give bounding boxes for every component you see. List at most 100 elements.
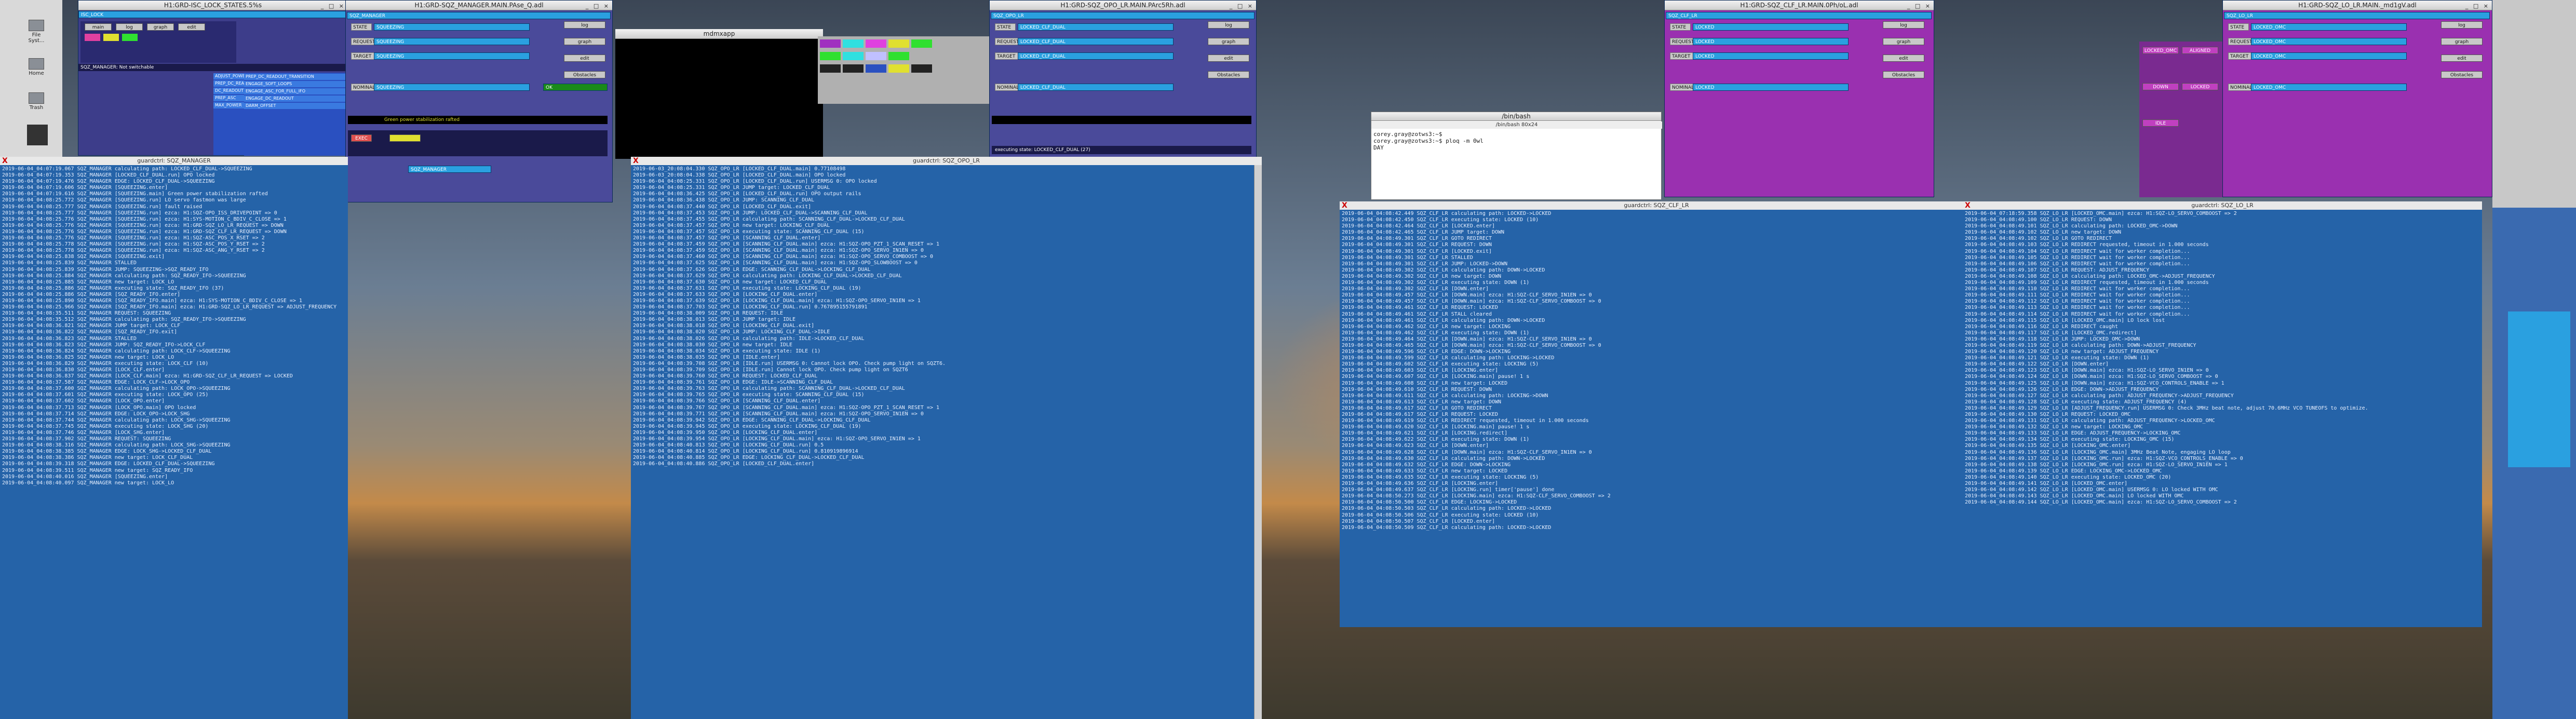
window-titlebar[interactable]: H1:GRD-SQZ_MANAGER.MAIN.PAse_Q.adl _ □ × <box>346 1 612 10</box>
terminal-output[interactable]: 2019-06-04_07:18:59.358 SQZ_LO_LR [LOCKE… <box>1963 210 2482 627</box>
mode-exec[interactable]: EXEC <box>351 134 372 142</box>
terminal-output[interactable]: 2019-06-03_20:08:04.330 SQZ_OPO_LR [LOCK… <box>631 165 1254 719</box>
request-value[interactable]: LOCKED_OMC <box>2251 38 2407 45</box>
tab-graph[interactable]: graph <box>147 23 174 31</box>
close-icon[interactable]: X <box>1342 201 1347 210</box>
graph-button[interactable]: graph <box>2441 38 2483 45</box>
terminal-titlebar[interactable]: Xguardctrl: SQZ_OPO_LR <box>631 157 1262 166</box>
grid-cell[interactable] <box>888 39 909 48</box>
log-button[interactable]: log <box>1208 21 1249 29</box>
window-titlebar[interactable]: H1:GRD-SQZ_OPO_LR.MAIN.PArc5Rh.adl _ □ × <box>990 1 1256 10</box>
request-value[interactable]: LOCKED_CLF_DUAL <box>1018 38 1174 45</box>
close-icon[interactable]: X <box>633 157 639 165</box>
grid-cell[interactable] <box>866 64 886 73</box>
grid-cell[interactable] <box>911 39 932 48</box>
log-line: 2019-06-04_04:08:37.631 SQZ_OPO_LR execu… <box>633 285 861 291</box>
terminal-title: guardctrl: SQZ_OPO_LR <box>912 157 980 164</box>
log-line: 2019-06-04_04:08:37.457 SQZ_OPO_LR [SCAN… <box>633 235 821 241</box>
request-value[interactable]: SQUEEZING <box>374 38 530 45</box>
grid-cell[interactable] <box>820 39 841 48</box>
log-line: 2019-06-04_04:08:49.302 SQZ_CLF_LR [DOWN… <box>1342 286 1489 292</box>
grid-cell[interactable] <box>843 64 864 73</box>
graph-button[interactable]: graph <box>1208 38 1249 45</box>
state-node[interactable]: ALIGNED <box>2182 47 2218 54</box>
obstacles-button[interactable]: Obstacles <box>1208 71 1249 78</box>
graph-button[interactable]: graph <box>1883 38 1924 45</box>
window-controls[interactable]: _ □ × <box>1230 2 1254 11</box>
grid-cell[interactable] <box>866 39 886 48</box>
request-value[interactable]: LOCKED <box>1693 38 1849 45</box>
close-icon[interactable]: X <box>1965 201 1971 210</box>
trash-icon[interactable]: Trash <box>26 92 47 111</box>
window-titlebar[interactable]: H1:GRD-ISC_LOCK_STATES.5%s _ □ × <box>78 1 347 10</box>
window-controls[interactable]: _ □ × <box>2465 2 2490 11</box>
state-node[interactable]: DARM_OFFSET <box>244 103 348 109</box>
state-node[interactable]: ENGAGE_ASC_FOR_FULL_IFO <box>244 88 348 94</box>
window-titlebar[interactable]: H1:GRD-SQZ_LO_LR.MAIN._md1gV.adl _ □ × <box>2223 1 2492 10</box>
terminal-titlebar[interactable]: Xguardctrl: SQZ_CLF_LR <box>1340 201 1973 210</box>
obstacles-button[interactable]: Obstacles <box>564 71 605 78</box>
tab-edit[interactable]: edit <box>178 23 205 31</box>
monitor-icon[interactable] <box>27 125 48 145</box>
window-titlebar[interactable]: H1:GRD-SQZ_CLF_LR.MAIN.0Ph/oL.adl _ □ × <box>1665 1 1934 10</box>
usermsg-text <box>992 116 1251 124</box>
log-button[interactable]: log <box>2441 21 2483 29</box>
bash-output[interactable]: corey.gray@zotws3:~$ corey.gray@zotws3:~$… <box>1371 130 1658 197</box>
grid-cell[interactable] <box>820 52 841 60</box>
log-line: 2019-06-04_04:08:35.512 SQZ_MANAGER calc… <box>2 317 246 323</box>
grid-cell[interactable] <box>866 52 886 60</box>
tab-log[interactable]: log <box>116 23 143 31</box>
log-line: 2019-06-04_04:08:36.829 SQZ_MANAGER exec… <box>2 360 209 367</box>
mode-button[interactable] <box>389 134 421 142</box>
graph-button[interactable]: graph <box>564 38 605 45</box>
state-node[interactable]: LOCKED <box>2182 83 2218 90</box>
grid-cell[interactable] <box>888 64 909 73</box>
sqz-clf-terminal: Xguardctrl: SQZ_CLF_LR 2019-06-04_04:08:… <box>1340 201 1973 627</box>
tab-main[interactable]: main <box>85 23 112 31</box>
obstacles-button[interactable]: Obstacles <box>2441 71 2483 78</box>
state-node[interactable]: IDLE <box>2142 119 2179 127</box>
grid-cell[interactable] <box>820 64 841 73</box>
log-line: 2019-06-04_04:08:49.602 SQZ_CLF_LR execu… <box>1342 361 1539 368</box>
close-icon[interactable]: X <box>2 157 8 165</box>
log-button[interactable]: log <box>564 21 605 29</box>
terminal-titlebar[interactable]: Xguardctrl: SQZ_MANAGER <box>0 157 348 166</box>
window-controls[interactable]: _ □ × <box>321 2 345 11</box>
log-line: 2019-06-04_04:08:49.124 SQZ_LO_LR [DOWN.… <box>1965 374 2218 380</box>
edit-button[interactable]: edit <box>1208 55 1249 62</box>
grid-cell[interactable] <box>843 39 864 48</box>
edit-button[interactable]: edit <box>2441 55 2483 62</box>
scrollbar[interactable] <box>1254 165 1262 719</box>
grid-cell[interactable] <box>843 52 864 60</box>
log-button[interactable]: log <box>1883 21 1924 29</box>
status-text: SQZ_MANAGER: Not switchable <box>78 64 347 71</box>
terminal-output[interactable]: 2019-06-04_04:07:19.067 SQZ_MANAGER calc… <box>0 165 348 719</box>
log-line: 2019-06-04_04:08:50.500 SQZ_CLF_LR EDGE:… <box>1342 499 1517 506</box>
obstacles-button[interactable]: Obstacles <box>1883 71 1924 78</box>
log-line: 2019-06-04_04:08:49.116 SQZ_LO_LR REDIRE… <box>1965 323 2119 330</box>
window-controls[interactable]: _ □ × <box>586 2 610 11</box>
terminal-titlebar[interactable]: Xguardctrl: SQZ_LO_LR <box>1963 201 2482 210</box>
edit-button[interactable]: edit <box>1883 55 1924 62</box>
edit-button[interactable]: edit <box>564 55 605 62</box>
window-titlebar[interactable]: mdmxapp <box>615 29 823 39</box>
usermsg-text: Green power stabilization rafted <box>348 116 608 124</box>
grid-cell[interactable] <box>911 64 932 73</box>
window-titlebar[interactable]: /bin/bash <box>1371 112 1661 121</box>
state-node[interactable]: ENGAGE_SOFT_LOOPS <box>244 81 348 87</box>
file-system-icon[interactable]: File Syst... <box>26 20 47 44</box>
window-controls[interactable]: _ □ × <box>1907 2 1932 11</box>
terminal-output[interactable]: 2019-06-04_04:08:42.449 SQZ_CLF_LR calcu… <box>1340 210 1973 627</box>
state-node[interactable]: PREP_DC_READOUT_TRANSITION <box>244 74 348 80</box>
log-line: 2019-06-04_04:08:49.117 SQZ_LO_LR [LOCKE… <box>1965 330 2137 336</box>
log-line: 2019-06-04_04:08:49.301 SQZ_CLF_LR REQUE… <box>1342 242 1492 248</box>
log-line: 2019-06-04_04:08:49.138 SQZ_LO_LR [LOCKI… <box>1965 462 2228 468</box>
target-value: LOCKED_CLF_DUAL <box>1018 52 1174 60</box>
state-value: LOCKED_OMC <box>2251 23 2407 31</box>
home-icon[interactable]: Home <box>26 58 47 76</box>
grid-cell[interactable] <box>888 52 909 60</box>
log-line: 2019-06-04_04:08:49.611 SQZ_CLF_LR calcu… <box>1342 392 1548 399</box>
state-node[interactable]: ENGAGE_DC_READOUT <box>244 96 348 102</box>
state-node[interactable]: DOWN <box>2142 83 2179 90</box>
state-node[interactable]: LOCKED_OMC <box>2142 47 2179 54</box>
